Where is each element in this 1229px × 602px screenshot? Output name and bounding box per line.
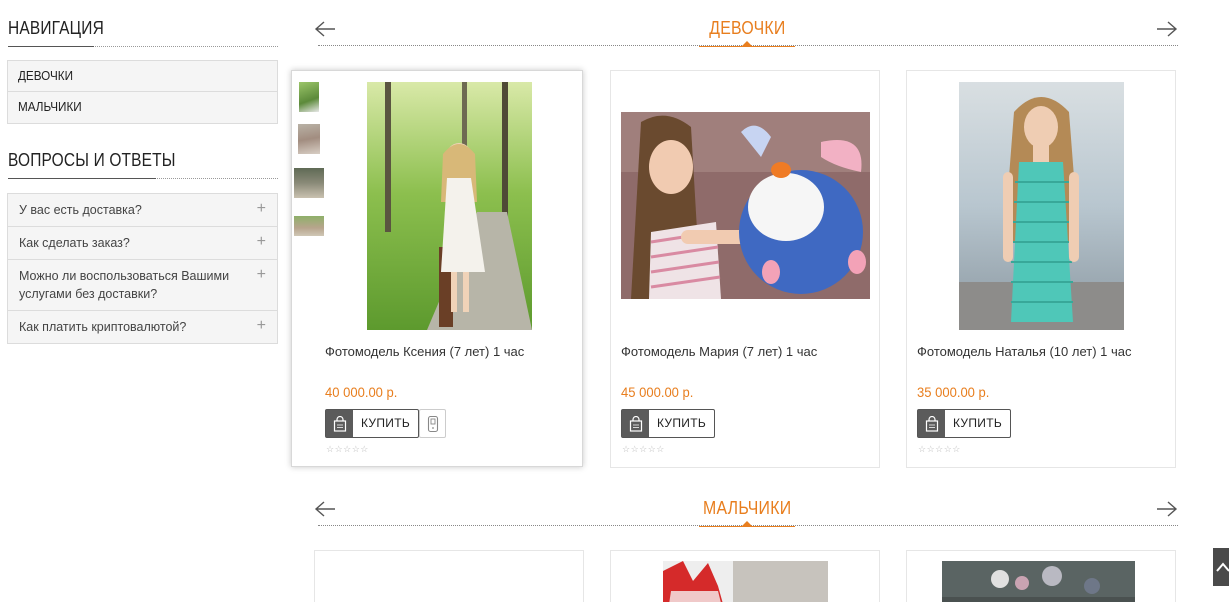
product-photo[interactable] — [621, 112, 870, 299]
buy-button[interactable]: КУПИТЬ — [917, 409, 1012, 438]
product-card[interactable]: Фотомодель Ксения (7 лет) 1 час 40 000.0… — [291, 70, 583, 467]
category-nav: ДЕВОЧКИ МАЛЬЧИКИ — [7, 60, 278, 124]
faq-accordion: У вас есть доставка? + Как сделать заказ… — [7, 193, 278, 344]
nav-item-boys[interactable]: МАЛЬЧИКИ — [8, 92, 277, 123]
product-price: 45 000.00 р. — [621, 384, 694, 400]
product-thumbnail[interactable] — [294, 216, 324, 236]
nav-heading-divider — [8, 46, 278, 47]
product-thumbnail[interactable] — [299, 82, 319, 112]
product-price: 40 000.00 р. — [325, 384, 398, 400]
product-thumbnail[interactable] — [294, 168, 324, 198]
product-card[interactable]: Фотомодель Наталья (10 лет) 1 час 35 000… — [906, 70, 1176, 468]
section-header-girls: ДЕВОЧКИ — [314, 18, 1180, 47]
product-name[interactable]: Фотомодель Мария (7 лет) 1 час — [621, 344, 817, 359]
nav-item-girls[interactable]: ДЕВОЧКИ — [8, 61, 277, 92]
product-price: 35 000.00 р. — [917, 384, 990, 400]
section-header-boys: МАЛЬЧИКИ — [314, 498, 1180, 527]
plus-icon[interactable]: + — [257, 233, 266, 251]
product-thumbnail[interactable] — [298, 124, 320, 154]
nav-heading: НАВИГАЦИЯ — [8, 18, 104, 38]
faq-question: Как сделать заказ? — [19, 236, 130, 250]
product-photo[interactable] — [942, 561, 1135, 602]
product-photo[interactable] — [663, 561, 828, 602]
product-card[interactable]: Фотомодель Мария (7 лет) 1 час 45 000.00… — [610, 70, 880, 468]
plus-icon[interactable]: + — [257, 317, 266, 335]
arrow-right-icon[interactable] — [1156, 20, 1178, 38]
chevron-up-icon — [1216, 562, 1229, 572]
faq-item[interactable]: Можно ли воспользоваться Вашими услугами… — [8, 260, 277, 311]
faq-heading-divider — [8, 178, 278, 179]
buy-button[interactable]: КУПИТЬ — [325, 409, 420, 438]
section-title: МАЛЬЧИКИ — [702, 498, 792, 518]
buy-button[interactable]: КУПИТЬ — [621, 409, 716, 438]
plus-icon[interactable]: + — [257, 266, 266, 284]
faq-question: Можно ли воспользоваться Вашими услугами… — [19, 269, 230, 301]
plus-icon[interactable]: + — [257, 200, 266, 218]
rating-stars: ☆☆☆☆☆ — [622, 444, 665, 454]
arrow-right-icon[interactable] — [1156, 500, 1178, 518]
product-photo[interactable] — [959, 82, 1124, 330]
faq-question: У вас есть доставка? — [19, 203, 142, 217]
scroll-top-button[interactable] — [1213, 548, 1229, 586]
faq-item[interactable]: Как сделать заказ? + — [8, 227, 277, 260]
shopping-bag-icon — [622, 410, 649, 437]
compare-icon[interactable] — [419, 409, 446, 438]
shopping-bag-icon — [326, 410, 353, 437]
product-card[interactable] — [610, 550, 880, 602]
product-card[interactable] — [906, 550, 1176, 602]
product-card[interactable] — [314, 550, 584, 602]
rating-stars: ☆☆☆☆☆ — [918, 444, 961, 454]
faq-item[interactable]: Как платить криптовалютой? + — [8, 311, 277, 343]
product-name[interactable]: Фотомодель Ксения (7 лет) 1 час — [325, 344, 524, 359]
section-title: ДЕВОЧКИ — [708, 18, 786, 38]
faq-question: Как платить криптовалютой? — [19, 320, 187, 334]
rating-stars: ☆☆☆☆☆ — [326, 444, 369, 454]
product-name[interactable]: Фотомодель Наталья (10 лет) 1 час — [917, 344, 1132, 359]
shopping-bag-icon — [918, 410, 945, 437]
faq-item[interactable]: У вас есть доставка? + — [8, 194, 277, 227]
product-photo[interactable] — [367, 82, 532, 330]
faq-heading: ВОПРОСЫ И ОТВЕТЫ — [8, 150, 176, 170]
